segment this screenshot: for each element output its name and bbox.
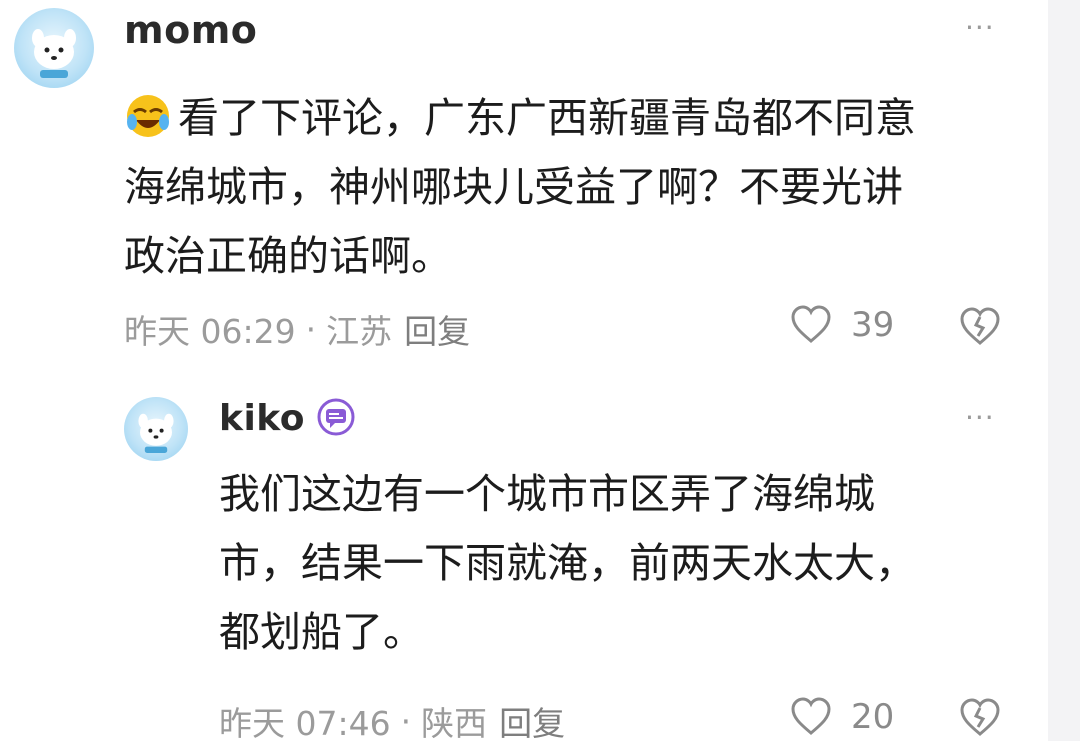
more-options-icon[interactable]: ···: [965, 14, 995, 42]
heart-icon: [791, 697, 831, 735]
comment-line: 看了下评论，广东广西新疆青岛都不同意: [124, 84, 1024, 153]
avatar[interactable]: [124, 397, 188, 461]
comment-line-text: 看了下评论，广东广西新疆青岛都不同意: [178, 94, 916, 142]
separator-dot: ·: [400, 701, 412, 741]
comment-line: 我们这边有一个城市市区弄了海绵城: [219, 470, 875, 518]
scrollbar-track: [1048, 0, 1080, 741]
like-button[interactable]: 20: [789, 695, 894, 739]
comment-text: 看了下评论，广东广西新疆青岛都不同意 海绵城市，神州哪块儿受益了啊？不要光讲 政…: [124, 84, 1024, 291]
location: 陕西: [421, 704, 488, 741]
avatar-dog-icon: [32, 29, 76, 78]
broken-heart-icon[interactable]: [958, 305, 1002, 349]
like-count: 20: [851, 697, 895, 737]
comment-text: 我们这边有一个城市市区弄了海绵城 市，结果一下雨就淹，前两天水太大， 都划船了。: [219, 460, 999, 667]
more-options-icon[interactable]: ···: [965, 404, 995, 432]
location: 江苏: [326, 312, 393, 351]
username[interactable]: momo: [124, 8, 257, 52]
heart-icon: [791, 305, 831, 343]
comment-meta: 昨天 07:46 · 陕西 回复: [219, 697, 565, 741]
avatar-dog-icon: [138, 413, 174, 453]
timestamp: 昨天 07:46: [219, 704, 391, 741]
timestamp: 昨天 06:29: [124, 312, 296, 351]
username-row: kiko: [219, 398, 355, 439]
comment-line: 海绵城市，神州哪块儿受益了啊？不要光讲: [124, 163, 903, 211]
comment-meta: 昨天 06:29 · 江苏 回复: [124, 305, 470, 353]
comment-line: 市，结果一下雨就淹，前两天水太大，: [219, 539, 916, 587]
reply-button[interactable]: 回复: [499, 697, 565, 741]
username[interactable]: kiko: [219, 398, 305, 439]
reply-button[interactable]: 回复: [404, 305, 470, 353]
broken-heart-icon[interactable]: [958, 696, 1002, 740]
separator-dot: ·: [305, 309, 317, 349]
message-badge-icon: [317, 398, 355, 436]
laughing-crying-emoji-icon: [127, 95, 169, 137]
comment-line: 政治正确的话啊。: [124, 232, 452, 280]
like-count: 39: [851, 305, 895, 345]
comment-line: 都划船了。: [219, 608, 424, 656]
avatar[interactable]: [14, 8, 94, 88]
like-button[interactable]: 39: [789, 303, 894, 347]
